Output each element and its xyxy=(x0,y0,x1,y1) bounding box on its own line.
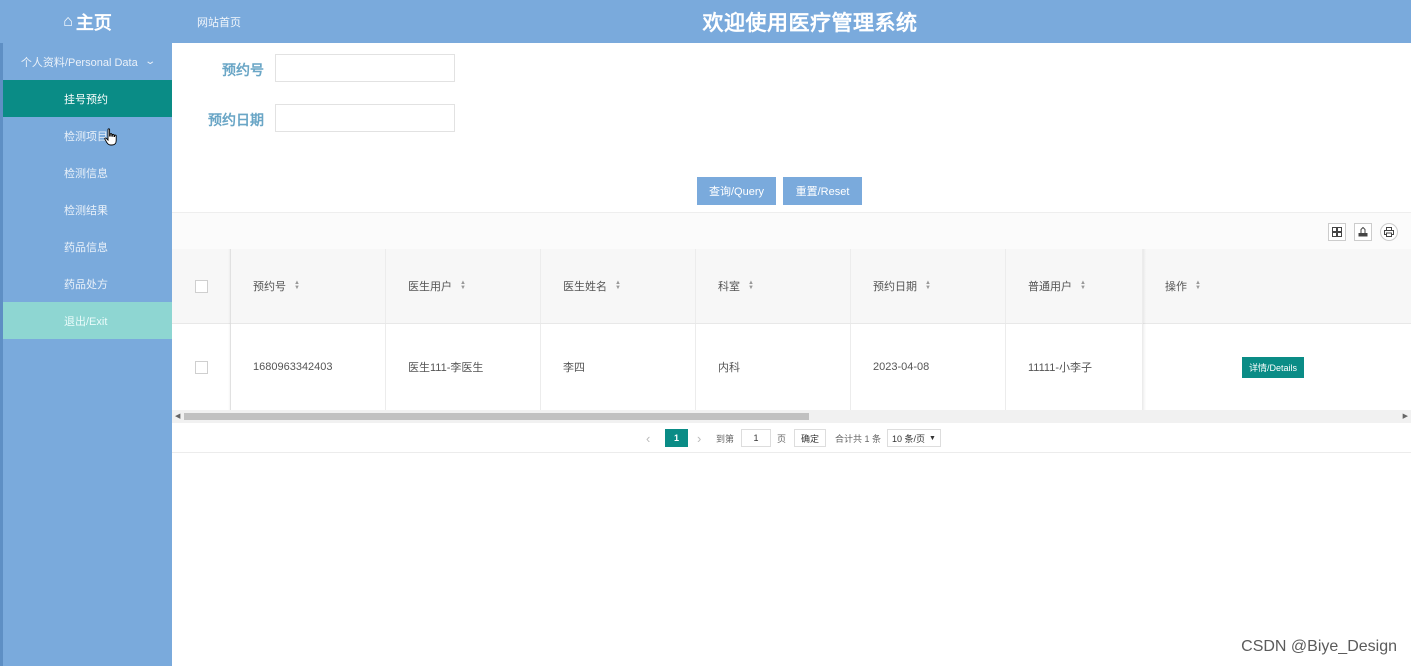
header-checkbox-cell xyxy=(172,249,231,323)
col-header-label: 预约日期 xyxy=(873,281,917,293)
site-home-link[interactable]: 网站首页 xyxy=(197,14,241,30)
scroll-right-icon[interactable]: ▶ xyxy=(1403,412,1408,420)
fixed-column-shadow-right xyxy=(1143,249,1146,410)
sidebar-item-prescription[interactable]: 药品处方 xyxy=(3,265,172,302)
sidebar-item-label: 检测结果 xyxy=(64,204,108,217)
page-number-current[interactable]: 1 xyxy=(665,429,688,447)
sidebar-item-label: 退出/Exit xyxy=(64,315,108,328)
brand-home[interactable]: ⌂ 主页 xyxy=(3,0,172,43)
menu-group-personal-data[interactable]: 个人资料/Personal Data ⌄ xyxy=(3,43,172,80)
columns-icon[interactable] xyxy=(1328,223,1346,241)
system-title: 欢迎使用医疗管理系统 xyxy=(702,12,918,35)
total-count: 合计共 1 条 xyxy=(835,433,882,444)
sort-icon[interactable]: ▲ ▼ xyxy=(1195,280,1201,291)
sort-icon[interactable]: ▲ ▼ xyxy=(925,280,931,291)
row-checkbox-cell xyxy=(172,324,231,410)
cell-department: 内科 xyxy=(696,324,851,410)
col-header-actions[interactable]: 操作 ▲ ▼ xyxy=(1143,249,1411,323)
col-header-appointment-date[interactable]: 预约日期 ▲ ▼ xyxy=(851,249,1006,323)
sidebar-item-label: 药品处方 xyxy=(64,278,108,291)
sidebar-item-drug-info[interactable]: 药品信息 xyxy=(3,228,172,265)
sidebar-item-test-info[interactable]: 检测信息 xyxy=(3,154,172,191)
field-label-appointment-no: 预约号 xyxy=(222,62,264,78)
table-row: 1680963342403 医生111-李医生 李四 内科 2023-04-08… xyxy=(172,324,1411,410)
goto-suffix: 页 xyxy=(777,433,787,444)
col-header-label: 操作 xyxy=(1165,281,1187,293)
scrollbar-thumb[interactable] xyxy=(184,413,809,420)
appointment-date-input[interactable] xyxy=(275,104,455,132)
cell-doctor-name: 李四 xyxy=(541,324,696,410)
scroll-left-icon[interactable]: ◀ xyxy=(175,412,180,420)
reset-button[interactable]: 重置/Reset xyxy=(783,177,862,205)
sidebar-item-exit[interactable]: 退出/Exit xyxy=(3,302,172,339)
hand-cursor-icon xyxy=(104,128,117,146)
sidebar-item-label: 药品信息 xyxy=(64,241,108,254)
query-button[interactable]: 查询/Query xyxy=(697,177,776,205)
col-header-department[interactable]: 科室 ▲ ▼ xyxy=(696,249,851,323)
sidebar-item-registration[interactable]: 挂号预约 xyxy=(3,80,172,117)
fixed-column-shadow-left xyxy=(228,249,231,410)
sort-icon[interactable]: ▲ ▼ xyxy=(460,280,466,291)
appointment-no-input[interactable] xyxy=(275,54,455,82)
sort-icon[interactable]: ▲ ▼ xyxy=(1080,280,1086,291)
col-header-appointment-no[interactable]: 预约号 ▲ ▼ xyxy=(231,249,386,323)
col-header-label: 医生用户 xyxy=(408,281,452,293)
field-label-appointment-date: 预约日期 xyxy=(208,112,264,128)
next-page-icon[interactable]: › xyxy=(697,429,701,447)
col-header-doctor-name[interactable]: 医生姓名 ▲ ▼ xyxy=(541,249,696,323)
sidebar-item-test-items[interactable]: 检测项目 xyxy=(3,117,172,154)
page-size-value: 10 条/页 xyxy=(892,433,926,444)
cell-appointment-date: 2023-04-08 xyxy=(851,324,1006,410)
details-button[interactable]: 详情/Details xyxy=(1242,356,1305,378)
chevron-down-icon: ⌄ xyxy=(144,56,156,67)
sort-icon[interactable]: ▲ ▼ xyxy=(294,280,300,291)
col-header-regular-user[interactable]: 普通用户 ▲ ▼ xyxy=(1006,249,1143,323)
sidebar-item-label: 检测项目 xyxy=(64,130,108,143)
chevron-down-icon: ▼ xyxy=(929,434,936,442)
sidebar: 个人资料/Personal Data ⌄ 挂号预约 检测项目 检测信息 检测结果… xyxy=(3,43,172,666)
cell-regular-user: 11111-小李子 xyxy=(1006,324,1143,410)
print-icon[interactable] xyxy=(1380,223,1398,241)
col-header-label: 科室 xyxy=(718,281,740,293)
table-toolbar xyxy=(172,212,1411,249)
page-size-select[interactable]: 10 条/页 ▼ xyxy=(887,429,941,447)
col-header-label: 医生姓名 xyxy=(563,281,607,293)
goto-confirm-button[interactable]: 确定 xyxy=(794,429,827,447)
sidebar-item-test-results[interactable]: 检测结果 xyxy=(3,191,172,228)
sort-icon[interactable]: ▲ ▼ xyxy=(748,280,754,291)
sidebar-item-label: 检测信息 xyxy=(64,167,108,180)
goto-page-input[interactable]: 1 xyxy=(741,429,771,447)
watermark: CSDN @Biye_Design xyxy=(1241,638,1397,655)
menu-group-label: 个人资料/Personal Data xyxy=(20,56,138,69)
col-header-doctor-user[interactable]: 医生用户 ▲ ▼ xyxy=(386,249,541,323)
cell-appointment-no: 1680963342403 xyxy=(231,324,386,410)
horizontal-scrollbar[interactable]: ◀ ▶ xyxy=(172,410,1411,423)
pagination: ‹ 1 › 到第 1 页 确定 合计共 1 条 10 条/页 ▼ xyxy=(172,424,1411,453)
cell-actions: 详情/Details xyxy=(1143,324,1411,410)
col-header-label: 预约号 xyxy=(253,281,286,293)
sort-icon[interactable]: ▲ ▼ xyxy=(615,280,621,291)
row-checkbox[interactable] xyxy=(194,360,208,374)
home-icon: ⌂ xyxy=(63,12,73,30)
sidebar-item-label: 挂号预约 xyxy=(64,93,108,106)
col-header-label: 普通用户 xyxy=(1028,281,1072,293)
goto-prefix: 到第 xyxy=(716,433,735,444)
table-header: 预约号 ▲ ▼ 医生用户 ▲ ▼ 医生姓名 ▲ ▼ 科室 ▲ ▼ 预约日期 ▲ ▼ 普通用… xyxy=(172,249,1411,324)
brand-label: 主页 xyxy=(75,12,112,33)
cell-doctor-user: 医生111-李医生 xyxy=(386,324,541,410)
select-all-checkbox[interactable] xyxy=(194,279,208,293)
prev-page-icon[interactable]: ‹ xyxy=(646,429,650,447)
export-icon[interactable] xyxy=(1354,223,1372,241)
